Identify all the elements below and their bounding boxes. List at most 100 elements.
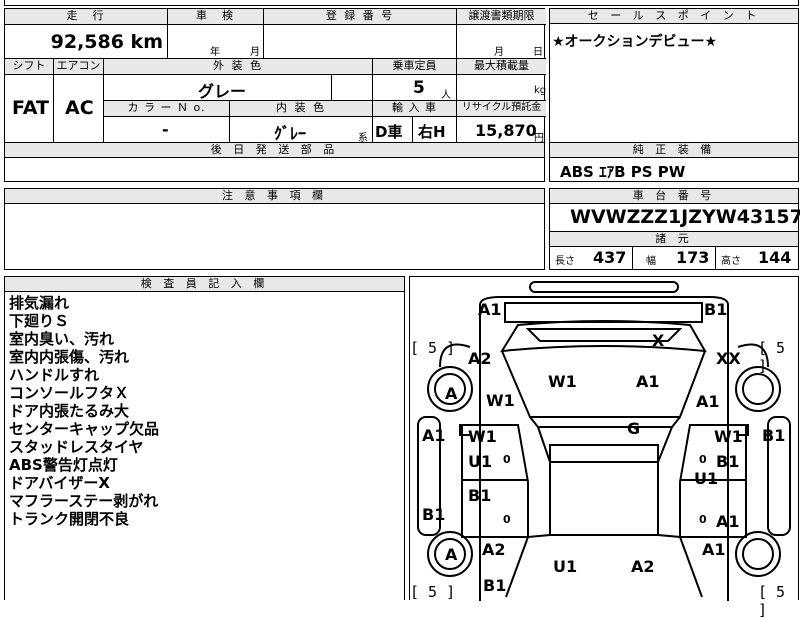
damage-mark: U1 bbox=[694, 469, 719, 488]
specs-length-label: 長さ bbox=[555, 256, 575, 267]
specs-length-value: 437 bbox=[593, 248, 627, 267]
damage-mark: A1 bbox=[478, 300, 502, 319]
damage-mark: U1 bbox=[468, 452, 493, 471]
color-no-cell: - bbox=[104, 117, 230, 144]
inspector-line: 排気漏れ bbox=[9, 294, 70, 312]
inspector-line: スタッドレスタイヤ bbox=[9, 438, 144, 456]
tire-depth-rear-right: [ 5 ] bbox=[758, 583, 786, 619]
specs-label: 諸 元 bbox=[550, 231, 798, 247]
transfer-label: 譲渡書類期限 bbox=[457, 9, 546, 25]
sales-point-box: セ ー ル ス ポ イ ン ト ★オークションデビュー★ bbox=[549, 8, 799, 143]
damage-mark: A1 bbox=[716, 512, 740, 531]
transfer-day-unit: 日 bbox=[533, 47, 543, 58]
specs-width-value: 173 bbox=[676, 248, 710, 267]
mileage-value: 92,586 km bbox=[50, 31, 163, 53]
damage-mark: A2 bbox=[631, 557, 655, 576]
damage-mark: G bbox=[627, 419, 641, 438]
damage-mark: A bbox=[445, 384, 458, 403]
notes-label: 注 意 事 項 欄 bbox=[5, 189, 544, 204]
chassis-box: 車 台 番 号 WVWZZZ1JZYW431579 諸 元 長さ 437 幅 1… bbox=[549, 188, 800, 270]
specs-length-cell: 長さ 437 bbox=[550, 246, 633, 269]
specs-height-label: 高さ bbox=[721, 256, 741, 267]
exterior-color-extra-cell bbox=[332, 75, 373, 101]
capacity-value: 5 bbox=[413, 78, 425, 98]
vehicle-info-table: 走 行 車 検 登 録 番 号 譲渡書類期限 92,586 km 年 月 月 日… bbox=[4, 8, 546, 144]
max-load-cell: kg bbox=[457, 75, 546, 101]
car-diagram-box: [ 5 ] [ 5 ] [ 5 ] [ 5 ] A1 B1 X A2 XX W1… bbox=[409, 276, 799, 619]
tire-depth-front-right: [ 5 ] bbox=[758, 339, 786, 375]
inspector-line: 室内臭い、汚れ bbox=[9, 330, 115, 348]
inspector-line: センターキャップ欠品 bbox=[9, 420, 160, 438]
tire-depth-rear-left: [ 5 ] bbox=[410, 583, 456, 601]
damage-mark: A1 bbox=[702, 540, 726, 559]
specs-row: 長さ 437 幅 173 高さ 144 bbox=[550, 246, 798, 269]
import-cell-1: D車 bbox=[373, 117, 413, 144]
damage-mark: B1 bbox=[483, 576, 507, 595]
inspector-box: 検 査 員 記 入 欄 排気漏れ 下廻りＳ 室内臭い、汚れ 室内内張傷、汚れ ハ… bbox=[4, 276, 405, 600]
specs-width-label: 幅 bbox=[646, 256, 656, 267]
recycle-label: リサイクル預託金 bbox=[457, 101, 546, 117]
inspection-year-unit: 年 bbox=[210, 47, 220, 58]
damage-mark: A1 bbox=[636, 372, 660, 391]
inspector-line: ABS警告灯点灯 bbox=[9, 456, 118, 474]
genuine-equipment-box: 純 正 装 備 ABS ｴｱB PS PW bbox=[549, 142, 799, 182]
damage-mark: A1 bbox=[696, 392, 720, 411]
mileage-cell: 92,586 km bbox=[5, 25, 168, 59]
damage-mark: 0 bbox=[699, 513, 707, 526]
damage-mark: B1 bbox=[468, 486, 492, 505]
damage-mark: W1 bbox=[486, 391, 515, 410]
damage-mark: A bbox=[445, 545, 458, 564]
damage-mark: A2 bbox=[468, 349, 492, 368]
inspector-line: コンソールフタＸ bbox=[9, 384, 130, 402]
inspector-line: ハンドルすれ bbox=[9, 366, 100, 384]
later-parts-box: 後 日 発 送 部 品 bbox=[4, 142, 545, 182]
inspector-line: 下廻りＳ bbox=[9, 312, 70, 330]
capacity-label: 乗車定員 bbox=[373, 59, 457, 75]
damage-mark: W1 bbox=[468, 427, 497, 446]
mileage-label: 走 行 bbox=[5, 9, 168, 25]
transfer-month-unit: 月 bbox=[494, 47, 504, 58]
top-strip bbox=[4, 0, 799, 6]
inspector-line: ドアバイザーX bbox=[9, 474, 110, 492]
inspector-line: トランク開閉不良 bbox=[9, 510, 130, 528]
notes-box: 注 意 事 項 欄 bbox=[4, 188, 545, 270]
color-no-value: - bbox=[162, 120, 169, 139]
damage-mark: XX bbox=[716, 349, 741, 368]
recycle-value: 15,870 bbox=[475, 121, 537, 140]
aircon-label: エアコン bbox=[54, 59, 104, 75]
aircon-value: AC bbox=[65, 97, 94, 119]
inspector-lines: 排気漏れ 下廻りＳ 室内臭い、汚れ 室内内張傷、汚れ ハンドルすれ コンソールフ… bbox=[9, 294, 159, 528]
max-load-label: 最大積載量 bbox=[457, 59, 546, 75]
damage-mark: 0 bbox=[503, 453, 511, 466]
shift-value: FAT bbox=[12, 97, 49, 119]
inspector-line: 室内内張傷、汚れ bbox=[9, 348, 130, 366]
inspection-label: 車 検 bbox=[168, 9, 264, 25]
interior-color-value: ｸﾞﾚｰ bbox=[274, 124, 307, 143]
damage-mark: W1 bbox=[548, 372, 577, 391]
sales-point-label: セ ー ル ス ポ イ ン ト bbox=[550, 9, 798, 24]
import-cell-2: 右H bbox=[413, 117, 457, 144]
damage-mark: 0 bbox=[699, 453, 707, 466]
exterior-color-label: 外 装 色 bbox=[104, 59, 373, 75]
damage-mark: W1 bbox=[714, 427, 743, 446]
damage-mark: A2 bbox=[482, 540, 506, 559]
exterior-color-value: グレー bbox=[198, 82, 247, 101]
damage-mark: U1 bbox=[553, 557, 578, 576]
genuine-equipment-value: ABS ｴｱB PS PW bbox=[560, 163, 686, 181]
sales-point-value: ★オークションデビュー★ bbox=[552, 34, 718, 50]
import-value-1: D車 bbox=[375, 123, 403, 141]
recycle-cell: 15,870 円 bbox=[457, 117, 546, 144]
specs-height-value: 144 bbox=[758, 248, 792, 267]
inspector-line: マフラーステー剥がれ bbox=[9, 492, 159, 510]
damage-mark: B1 bbox=[422, 505, 446, 524]
damage-mark: 0 bbox=[503, 513, 511, 526]
import-value-2: 右H bbox=[418, 123, 446, 141]
inspection-cell: 年 月 bbox=[168, 25, 264, 59]
inspector-line: ドア内張たるみ大 bbox=[9, 402, 130, 420]
damage-mark: B1 bbox=[716, 452, 740, 471]
transfer-cell: 月 日 bbox=[457, 25, 546, 59]
capacity-cell: 5 人 bbox=[373, 75, 457, 101]
genuine-equipment-label: 純 正 装 備 bbox=[550, 143, 798, 158]
interior-color-cell: ｸﾞﾚｰ 系 bbox=[230, 117, 373, 144]
shift-label: シフト bbox=[5, 59, 54, 75]
